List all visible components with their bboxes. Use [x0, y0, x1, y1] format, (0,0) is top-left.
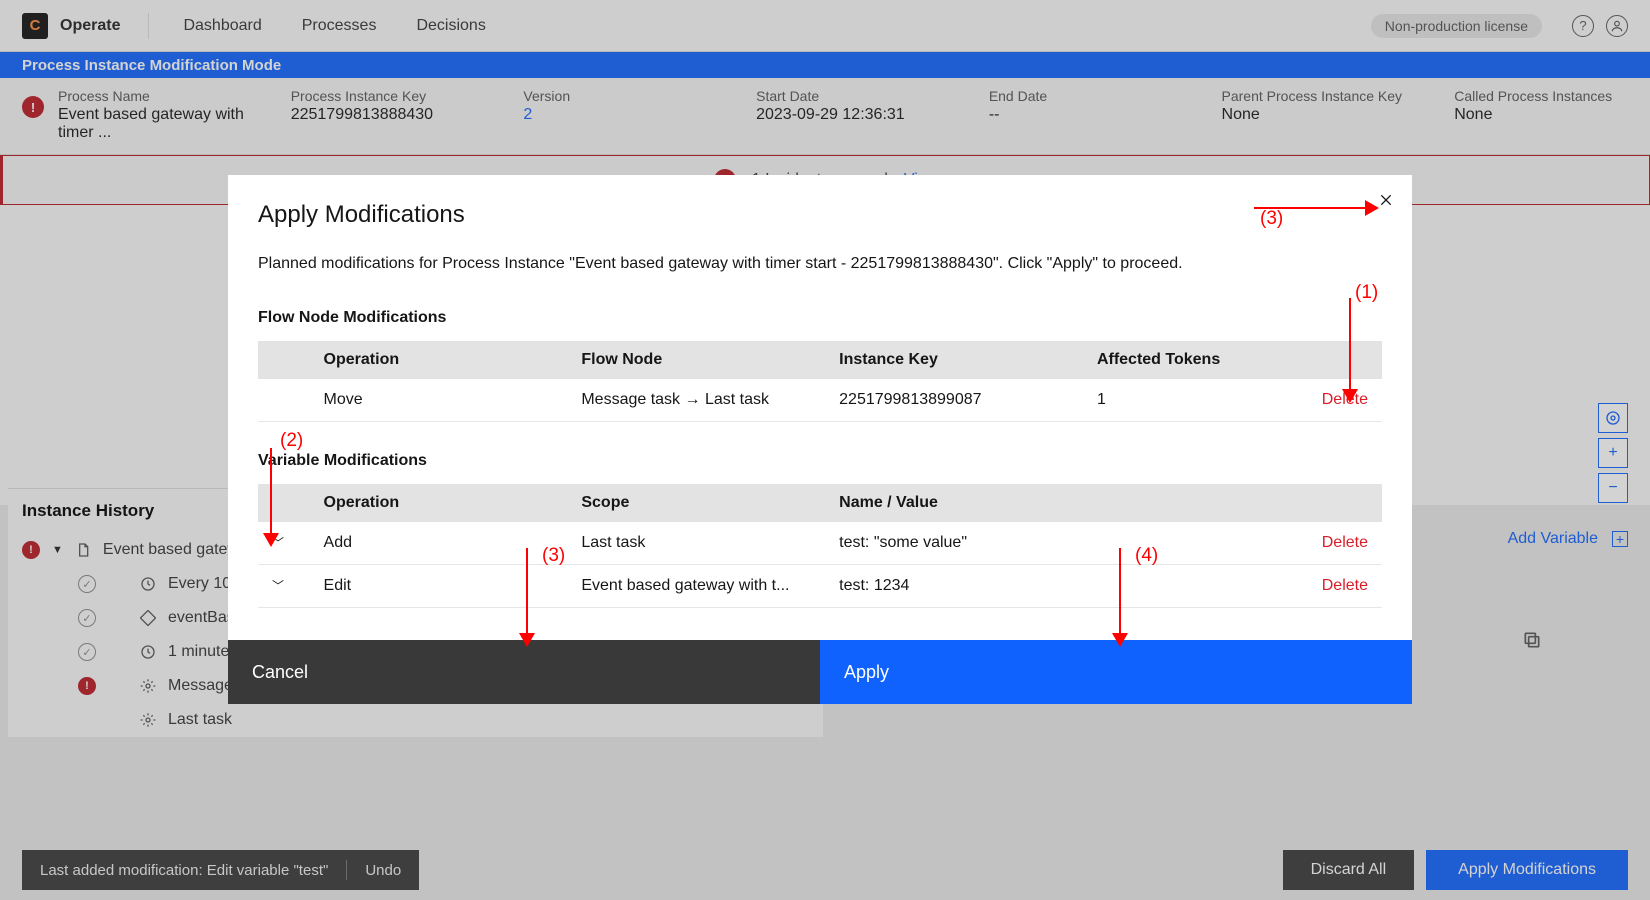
- task-gear-icon: [138, 710, 158, 730]
- brand-logo: C: [22, 13, 48, 39]
- task-gear-icon: [138, 676, 158, 696]
- history-label: 1 minute: [168, 643, 229, 661]
- plus-icon: +: [1612, 531, 1628, 547]
- cell-name-value: test: "some value": [825, 522, 1083, 565]
- apply-modifications-button[interactable]: Apply Modifications: [1426, 850, 1628, 890]
- history-row[interactable]: Last task: [8, 703, 823, 737]
- value-instance-key: 2251799813888430: [291, 106, 494, 124]
- discard-all-button[interactable]: Discard All: [1283, 850, 1415, 890]
- delete-link[interactable]: Delete: [1322, 534, 1368, 551]
- process-info: ! Process Name Event based gateway with …: [0, 78, 1650, 155]
- col-instance-key: Instance Key: [825, 341, 1083, 379]
- cell-affected-tokens: 1: [1083, 379, 1279, 422]
- undo-link[interactable]: Undo: [365, 862, 401, 879]
- brand-name: Operate: [60, 17, 120, 35]
- variable-row: ﹀ Edit Event based gateway with t... tes…: [258, 565, 1382, 608]
- cell-scope: Last task: [567, 522, 825, 565]
- col-affected-tokens: Affected Tokens: [1083, 341, 1279, 379]
- modal-cancel-button[interactable]: Cancel: [228, 640, 820, 704]
- label-process-name: Process Name: [58, 88, 261, 104]
- license-pill: Non-production license: [1371, 14, 1542, 38]
- delete-link[interactable]: Delete: [1322, 391, 1368, 408]
- footer-info: Last added modification: Edit variable "…: [22, 850, 419, 890]
- modal-title: Apply Modifications: [258, 201, 1382, 229]
- value-called: None: [1454, 106, 1628, 124]
- status-error-icon: !: [78, 677, 96, 695]
- label-instance-key: Process Instance Key: [291, 88, 494, 104]
- gateway-icon: [138, 608, 158, 628]
- label-version: Version: [523, 88, 726, 104]
- value-version[interactable]: 2: [523, 106, 726, 124]
- footer: Last added modification: Edit variable "…: [22, 850, 1628, 890]
- variable-section-header: Variable Modifications: [258, 452, 1382, 470]
- apply-modifications-modal: Apply Modifications Planned modification…: [228, 175, 1412, 704]
- user-icon[interactable]: [1606, 15, 1628, 37]
- expand-chevron-icon[interactable]: ﹀: [272, 579, 284, 593]
- apply-label: Apply: [844, 662, 889, 683]
- clock-icon: [138, 574, 158, 594]
- status-ok-icon: ✓: [78, 609, 96, 627]
- nav-processes[interactable]: Processes: [302, 17, 377, 35]
- flow-node-section-header: Flow Node Modifications: [258, 309, 1382, 327]
- expand-chevron-icon[interactable]: ﹀: [272, 536, 284, 550]
- modal-close-button[interactable]: [1378, 191, 1394, 214]
- cell-scope: Event based gateway with t...: [567, 565, 825, 608]
- help-icon[interactable]: ?: [1572, 15, 1594, 37]
- zoom-reset-button[interactable]: [1598, 403, 1628, 433]
- cell-name-value: test: 1234: [825, 565, 1083, 608]
- value-start-date: 2023-09-29 12:36:31: [756, 106, 959, 124]
- delete-link[interactable]: Delete: [1322, 577, 1368, 594]
- cell-operation: Add: [310, 522, 568, 565]
- modal-apply-button[interactable]: Apply: [820, 640, 1412, 704]
- cell-instance-key: 2251799813899087: [825, 379, 1083, 422]
- status-ok-icon: ✓: [78, 643, 96, 661]
- label-start-date: Start Date: [756, 88, 959, 104]
- add-variable-label: Add Variable: [1508, 530, 1598, 548]
- status-ok-icon: ✓: [78, 575, 96, 593]
- col-scope: Scope: [567, 484, 825, 522]
- nav-dashboard[interactable]: Dashboard: [183, 17, 261, 35]
- label-parent-key: Parent Process Instance Key: [1222, 88, 1425, 104]
- col-operation: Operation: [310, 484, 568, 522]
- cancel-label: Cancel: [252, 662, 308, 683]
- status-error-icon: !: [22, 96, 44, 118]
- value-end-date: --: [989, 106, 1192, 124]
- add-variable-action[interactable]: Add Variable +: [1508, 530, 1628, 548]
- status-error-icon: !: [22, 541, 40, 559]
- copy-icon[interactable]: [1522, 630, 1542, 655]
- col-name-value: Name / Value: [825, 484, 1083, 522]
- value-parent-key: None: [1222, 106, 1425, 124]
- nav-decisions[interactable]: Decisions: [416, 17, 485, 35]
- value-process-name: Event based gateway with timer ...: [58, 106, 261, 142]
- clock-icon: [138, 642, 158, 662]
- cell-flow-node: Message task → Last task: [567, 379, 825, 422]
- divider: [148, 13, 149, 39]
- history-label: Last task: [168, 711, 232, 729]
- cell-operation: Edit: [310, 565, 568, 608]
- variable-row: ﹀ Add Last task test: "some value" Delet…: [258, 522, 1382, 565]
- col-operation: Operation: [310, 341, 568, 379]
- label-end-date: End Date: [989, 88, 1192, 104]
- flow-node-row: Move Message task → Last task 2251799813…: [258, 379, 1382, 422]
- topbar: C Operate Dashboard Processes Decisions …: [0, 0, 1650, 52]
- last-modification-text: Last added modification: Edit variable "…: [40, 862, 328, 879]
- modification-mode-band: Process Instance Modification Mode: [0, 52, 1650, 78]
- document-icon: [73, 540, 93, 560]
- cell-operation: Move: [310, 379, 568, 422]
- zoom-out-button[interactable]: −: [1598, 473, 1628, 503]
- mode-band-text: Process Instance Modification Mode: [22, 57, 281, 74]
- zoom-in-button[interactable]: +: [1598, 438, 1628, 468]
- expand-caret-icon[interactable]: ▼: [52, 544, 63, 556]
- col-flow-node: Flow Node: [567, 341, 825, 379]
- modal-description: Planned modifications for Process Instan…: [258, 255, 1382, 273]
- label-called: Called Process Instances: [1454, 88, 1628, 104]
- flow-node-table: Operation Flow Node Instance Key Affecte…: [258, 341, 1382, 422]
- variable-table: Operation Scope Name / Value ﹀ Add Last …: [258, 484, 1382, 608]
